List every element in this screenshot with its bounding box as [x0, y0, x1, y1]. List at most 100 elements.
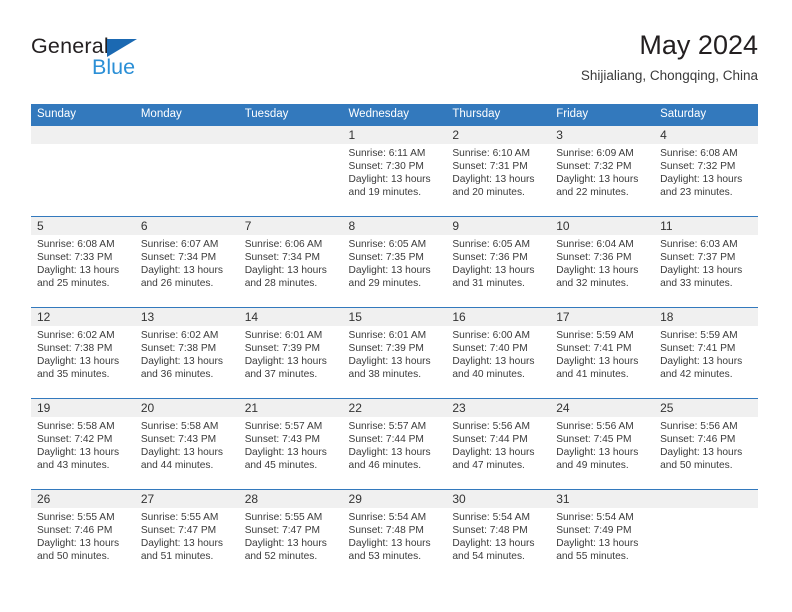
day-number: 22	[342, 399, 447, 417]
sunset-text: Sunset: 7:38 PM	[37, 343, 113, 355]
day-number: 30	[446, 490, 551, 508]
day-number: 28	[238, 490, 343, 508]
day-details: Sunrise: 6:08 AM Sunset: 7:33 PM Dayligh…	[31, 235, 135, 290]
daylight-line2: and 31 minutes.	[452, 278, 525, 290]
daylight-line2: and 22 minutes.	[556, 187, 629, 199]
day-cell[interactable]: 30 Sunrise: 5:54 AM Sunset: 7:48 PM Dayl…	[446, 489, 551, 580]
calendar-body: 1 Sunrise: 6:11 AM Sunset: 7:30 PM Dayli…	[31, 126, 758, 580]
daylight-line1: Daylight: 13 hours	[452, 265, 535, 277]
sunrise-text: Sunrise: 5:59 AM	[556, 330, 634, 341]
day-cell[interactable]: 16 Sunrise: 6:00 AM Sunset: 7:40 PM Dayl…	[446, 307, 551, 399]
day-cell[interactable]: 7 Sunrise: 6:06 AM Sunset: 7:34 PM Dayli…	[238, 216, 343, 308]
day-cell[interactable]: 28 Sunrise: 5:55 AM Sunset: 7:47 PM Dayl…	[238, 489, 343, 580]
daylight-line2: and 28 minutes.	[244, 278, 318, 290]
day-details: Sunrise: 6:11 AM Sunset: 7:30 PM Dayligh…	[343, 144, 447, 199]
day-cell[interactable]: 24 Sunrise: 5:56 AM Sunset: 7:45 PM Dayl…	[550, 398, 655, 490]
day-cell[interactable]: 17 Sunrise: 5:59 AM Sunset: 7:41 PM Dayl…	[550, 307, 655, 399]
day-cell[interactable]: 6 Sunrise: 6:07 AM Sunset: 7:34 PM Dayli…	[134, 216, 239, 308]
daylight-line2: and 47 minutes.	[452, 460, 525, 472]
day-details: Sunrise: 5:56 AM Sunset: 7:45 PM Dayligh…	[550, 417, 654, 472]
day-details: Sunrise: 6:08 AM Sunset: 7:32 PM Dayligh…	[654, 144, 758, 199]
sunrise-text: Sunrise: 5:56 AM	[452, 421, 530, 432]
daylight-line1: Daylight: 13 hours	[556, 447, 639, 459]
day-cell[interactable]: 20 Sunrise: 5:58 AM Sunset: 7:43 PM Dayl…	[134, 398, 239, 490]
daylight-line1: Daylight: 13 hours	[556, 538, 639, 550]
sunset-text: Sunset: 7:34 PM	[244, 252, 321, 264]
day-cell[interactable]: 19 Sunrise: 5:58 AM Sunset: 7:42 PM Dayl…	[31, 398, 135, 490]
column-header-saturday: Saturday	[654, 104, 758, 126]
daylight-line1: Daylight: 13 hours	[244, 447, 327, 459]
day-number: 8	[342, 217, 447, 235]
day-details: Sunrise: 6:05 AM Sunset: 7:36 PM Dayligh…	[446, 235, 550, 290]
sunset-text: Sunset: 7:43 PM	[244, 434, 321, 446]
day-details: Sunrise: 5:59 AM Sunset: 7:41 PM Dayligh…	[654, 326, 758, 381]
column-header-thursday: Thursday	[446, 104, 551, 126]
sunrise-text: Sunrise: 5:55 AM	[37, 512, 115, 523]
sunrise-text: Sunrise: 6:08 AM	[660, 148, 738, 159]
sunset-text: Sunset: 7:39 PM	[348, 343, 424, 355]
day-cell[interactable]: 13 Sunrise: 6:02 AM Sunset: 7:38 PM Dayl…	[134, 307, 239, 399]
daylight-line2: and 50 minutes.	[660, 460, 733, 472]
weekday-header-row: Sunday Monday Tuesday Wednesday Thursday…	[31, 104, 758, 126]
day-number: 23	[446, 399, 551, 417]
sunset-text: Sunset: 7:43 PM	[140, 434, 217, 446]
sunrise-text: Sunrise: 5:57 AM	[348, 421, 427, 432]
sunrise-text: Sunrise: 6:05 AM	[348, 239, 427, 250]
day-number: 25	[654, 399, 758, 417]
day-cell[interactable]: 18 Sunrise: 5:59 AM Sunset: 7:41 PM Dayl…	[654, 307, 758, 399]
daylight-line2: and 29 minutes.	[348, 278, 422, 290]
day-number: 13	[134, 308, 239, 326]
day-number: 16	[446, 308, 551, 326]
day-number: 7	[238, 217, 343, 235]
day-cell[interactable]: 22 Sunrise: 5:57 AM Sunset: 7:44 PM Dayl…	[342, 398, 447, 490]
day-number: 14	[238, 308, 343, 326]
daylight-line1: Daylight: 13 hours	[660, 447, 743, 459]
day-details: Sunrise: 6:05 AM Sunset: 7:35 PM Dayligh…	[343, 235, 447, 290]
sunrise-text: Sunrise: 5:54 AM	[452, 512, 530, 523]
day-cell[interactable]: 23 Sunrise: 5:56 AM Sunset: 7:44 PM Dayl…	[446, 398, 551, 490]
week-row: 1 Sunrise: 6:11 AM Sunset: 7:30 PM Dayli…	[31, 126, 758, 217]
day-cell[interactable]: 2 Sunrise: 6:10 AM Sunset: 7:31 PM Dayli…	[446, 126, 551, 217]
day-number: 4	[654, 126, 758, 144]
day-details: Sunrise: 6:02 AM Sunset: 7:38 PM Dayligh…	[135, 326, 239, 381]
sunrise-text: Sunrise: 6:04 AM	[556, 239, 634, 250]
day-details: Sunrise: 5:55 AM Sunset: 7:47 PM Dayligh…	[239, 508, 343, 563]
day-cell[interactable]: 4 Sunrise: 6:08 AM Sunset: 7:32 PM Dayli…	[654, 126, 758, 217]
daylight-line1: Daylight: 13 hours	[348, 538, 431, 550]
day-cell[interactable]: 14 Sunrise: 6:01 AM Sunset: 7:39 PM Dayl…	[238, 307, 343, 399]
day-cell[interactable]: 29 Sunrise: 5:54 AM Sunset: 7:48 PM Dayl…	[342, 489, 447, 580]
daylight-line1: Daylight: 13 hours	[140, 538, 223, 550]
day-cell[interactable]: 5 Sunrise: 6:08 AM Sunset: 7:33 PM Dayli…	[31, 216, 135, 308]
daylight-line1: Daylight: 13 hours	[452, 447, 535, 459]
sunrise-text: Sunrise: 5:54 AM	[348, 512, 427, 523]
sunrise-text: Sunrise: 6:08 AM	[37, 239, 115, 250]
day-cell[interactable]: 31 Sunrise: 5:54 AM Sunset: 7:49 PM Dayl…	[550, 489, 655, 580]
day-cell[interactable]: 1 Sunrise: 6:11 AM Sunset: 7:30 PM Dayli…	[342, 126, 447, 217]
day-number: 1	[342, 126, 447, 144]
daylight-line1: Daylight: 13 hours	[348, 447, 431, 459]
daylight-line2: and 51 minutes.	[140, 551, 214, 563]
sunset-text: Sunset: 7:32 PM	[556, 161, 632, 173]
day-cell[interactable]: 15 Sunrise: 6:01 AM Sunset: 7:39 PM Dayl…	[342, 307, 447, 399]
sunrise-text: Sunrise: 5:54 AM	[556, 512, 634, 523]
sunset-text: Sunset: 7:44 PM	[348, 434, 424, 446]
day-cell[interactable]: 9 Sunrise: 6:05 AM Sunset: 7:36 PM Dayli…	[446, 216, 551, 308]
daylight-line2: and 32 minutes.	[556, 278, 629, 290]
day-cell[interactable]: 21 Sunrise: 5:57 AM Sunset: 7:43 PM Dayl…	[238, 398, 343, 490]
day-cell[interactable]: 12 Sunrise: 6:02 AM Sunset: 7:38 PM Dayl…	[31, 307, 135, 399]
sunrise-text: Sunrise: 6:06 AM	[244, 239, 323, 250]
day-cell[interactable]: 3 Sunrise: 6:09 AM Sunset: 7:32 PM Dayli…	[550, 126, 655, 217]
day-cell[interactable]: 25 Sunrise: 5:56 AM Sunset: 7:46 PM Dayl…	[654, 398, 758, 490]
sunset-text: Sunset: 7:41 PM	[556, 343, 632, 355]
sunset-text: Sunset: 7:47 PM	[244, 525, 321, 537]
day-cell[interactable]: 11 Sunrise: 6:03 AM Sunset: 7:37 PM Dayl…	[654, 216, 758, 308]
sunset-text: Sunset: 7:46 PM	[660, 434, 736, 446]
general-blue-logo[interactable]: General Blue	[31, 34, 211, 90]
sunrise-text: Sunrise: 6:03 AM	[660, 239, 738, 250]
sunrise-text: Sunrise: 6:09 AM	[556, 148, 634, 159]
daylight-line1: Daylight: 13 hours	[140, 265, 223, 277]
day-cell[interactable]: 10 Sunrise: 6:04 AM Sunset: 7:36 PM Dayl…	[550, 216, 655, 308]
day-cell[interactable]: 8 Sunrise: 6:05 AM Sunset: 7:35 PM Dayli…	[342, 216, 447, 308]
day-cell[interactable]: 27 Sunrise: 5:55 AM Sunset: 7:47 PM Dayl…	[134, 489, 239, 580]
day-cell[interactable]: 26 Sunrise: 5:55 AM Sunset: 7:46 PM Dayl…	[31, 489, 135, 580]
